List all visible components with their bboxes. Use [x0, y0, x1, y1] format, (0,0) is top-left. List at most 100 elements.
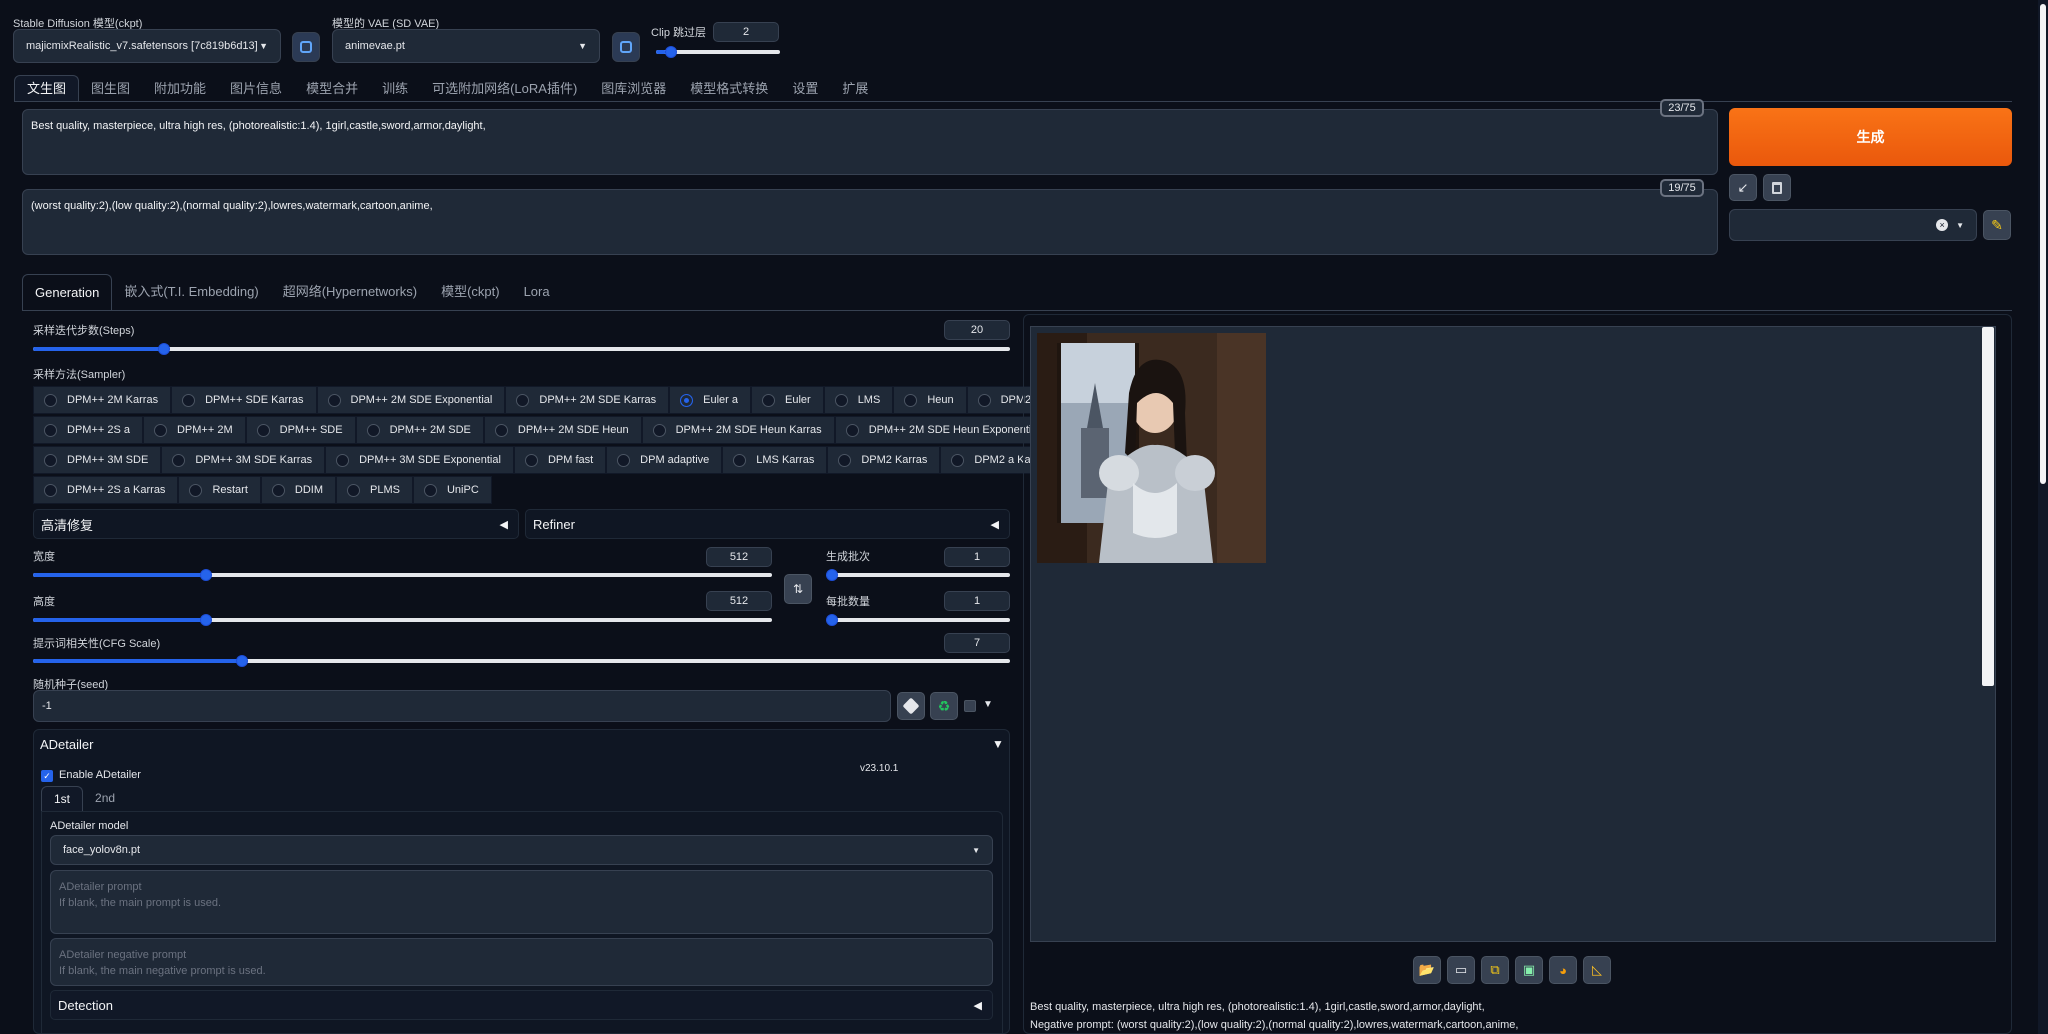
vae-dropdown[interactable]: animevae.pt ▼	[332, 29, 600, 63]
gallery-scrollbar[interactable]	[1982, 327, 1994, 686]
sub-tab[interactable]: 模型(ckpt)	[429, 274, 512, 310]
page-scrollbar[interactable]	[2038, 0, 2048, 1034]
sub-tab[interactable]: Generation	[22, 274, 113, 310]
sampler-option[interactable]: DPM++ 2M Karras	[33, 386, 172, 414]
collapse-icon[interactable]: ▼	[992, 737, 1004, 751]
sampler-option[interactable]: DPM++ 3M SDE Karras	[161, 446, 326, 474]
sampler-option[interactable]: DPM fast	[513, 446, 607, 474]
sub-tab[interactable]: 嵌入式(T.I. Embedding)	[112, 274, 270, 310]
radio-button[interactable]	[172, 453, 186, 467]
extra-seed-toggle-icon[interactable]: ▼	[983, 699, 993, 710]
send-to-extras-button[interactable]: ◺	[1583, 956, 1611, 984]
sampler-option[interactable]: DPM2 Karras	[827, 446, 941, 474]
radio-button[interactable]	[652, 423, 666, 437]
batch-count-slider[interactable]	[826, 567, 1010, 583]
sampler-option[interactable]: DPM++ 2S a	[33, 416, 143, 444]
radio-button[interactable]	[733, 453, 747, 467]
height-slider[interactable]	[33, 612, 772, 628]
radio-button[interactable]	[904, 393, 918, 407]
sampler-option[interactable]: PLMS	[336, 476, 413, 504]
radio-button[interactable]	[256, 423, 270, 437]
main-tab[interactable]: 可选附加网络(LoRA插件)	[420, 76, 589, 102]
cfg-slider[interactable]	[33, 653, 1010, 669]
sampler-option[interactable]: DPM++ 2M SDE Exponential	[316, 386, 506, 414]
radio-button[interactable]	[366, 423, 380, 437]
sampler-option[interactable]: DPM++ SDE	[245, 416, 356, 444]
extra-seed-checkbox[interactable]	[964, 700, 976, 712]
radio-button[interactable]	[44, 453, 57, 467]
main-tab[interactable]: 设置	[780, 76, 830, 102]
radio-button[interactable]	[153, 423, 167, 437]
radio-button[interactable]	[347, 483, 361, 497]
radio-button[interactable]	[516, 393, 530, 407]
main-tab[interactable]: 图库浏览器	[589, 76, 678, 102]
clip-skip-input[interactable]: 2	[713, 22, 779, 42]
radio-button[interactable]	[336, 453, 350, 467]
sampler-option[interactable]: LMS	[823, 386, 894, 414]
ckpt-dropdown[interactable]: majicmixRealistic_v7.safetensors [7c819b…	[13, 29, 281, 63]
sub-tab[interactable]: Lora	[512, 274, 562, 310]
sampler-option[interactable]: DPM++ 2M SDE Heun Karras	[641, 416, 835, 444]
radio-button[interactable]	[834, 393, 848, 407]
reuse-seed-button[interactable]: ♻	[930, 692, 958, 720]
generate-button[interactable]: 生成	[1729, 108, 2012, 166]
adetailer-prompt-field[interactable]: ADetailer prompt If blank, the main prom…	[50, 870, 993, 934]
sampler-option[interactable]: DPM++ 3M SDE Exponential	[325, 446, 514, 474]
sampler-option[interactable]: DPM++ 2M SDE Heun Exponential	[834, 416, 1053, 444]
adetailer-tab[interactable]: 2nd	[83, 786, 127, 811]
main-tab[interactable]: 训练	[370, 76, 420, 102]
save-button[interactable]: ▭	[1447, 956, 1475, 984]
main-tab[interactable]: 文生图	[14, 75, 80, 102]
generated-image[interactable]	[1037, 333, 1266, 563]
clear-icon[interactable]: ×	[1936, 219, 1949, 231]
zip-button[interactable]: ⧉	[1481, 956, 1509, 984]
send-to-inpaint-button[interactable]: ◕	[1549, 956, 1577, 984]
radio-button[interactable]	[327, 393, 341, 407]
clip-skip-slider[interactable]	[656, 44, 780, 60]
sampler-option[interactable]: LMS Karras	[722, 446, 828, 474]
batch-count-input[interactable]: 1	[944, 547, 1010, 567]
main-tab[interactable]: 模型合并	[294, 76, 370, 102]
radio-button[interactable]	[44, 483, 57, 497]
sub-tab[interactable]: 超网络(Hypernetworks)	[271, 274, 429, 310]
main-tab[interactable]: 附加功能	[142, 76, 218, 102]
main-tab[interactable]: 图生图	[79, 76, 142, 102]
steps-input[interactable]: 20	[944, 320, 1010, 340]
sampler-option[interactable]: DPM++ 2M SDE	[355, 416, 484, 444]
sampler-option[interactable]: DPM adaptive	[606, 446, 723, 474]
sampler-option[interactable]: Heun	[893, 386, 967, 414]
main-tab[interactable]: 扩展	[830, 76, 880, 102]
refresh-vae-button[interactable]	[612, 32, 640, 62]
radio-button[interactable]	[189, 483, 203, 497]
radio-button[interactable]	[977, 393, 991, 407]
radio-button[interactable]	[271, 483, 285, 497]
batch-size-input[interactable]: 1	[944, 591, 1010, 611]
negative-prompt-field[interactable]: (worst quality:2),(low quality:2),(norma…	[22, 189, 1718, 255]
refiner-accordion[interactable]: Refiner ◀	[525, 509, 1010, 539]
sampler-option[interactable]: DPM++ SDE Karras	[171, 386, 317, 414]
adetailer-tab[interactable]: 1st	[41, 786, 84, 811]
open-folder-button[interactable]: 📂	[1413, 956, 1441, 984]
radio-button[interactable]	[182, 393, 196, 407]
send-to-img2img-button[interactable]: ▣	[1515, 956, 1543, 984]
cfg-input[interactable]: 7	[944, 633, 1010, 653]
width-slider[interactable]	[33, 567, 772, 583]
edit-styles-button[interactable]: ✎	[1983, 210, 2011, 240]
steps-slider[interactable]	[33, 341, 1010, 357]
sampler-option[interactable]: DPM++ 2M SDE Heun	[483, 416, 642, 444]
radio-button[interactable]	[524, 453, 538, 467]
radio-button[interactable]	[845, 423, 859, 437]
adetailer-model-dropdown[interactable]: face_yolov8n.pt ▼	[50, 835, 993, 865]
detection-accordion[interactable]: Detection ◀	[50, 990, 993, 1020]
clear-prompt-button[interactable]	[1763, 174, 1791, 201]
sampler-option[interactable]: UniPC	[412, 476, 492, 504]
radio-button[interactable]	[44, 393, 57, 407]
radio-button[interactable]	[44, 423, 57, 437]
adetailer-negative-prompt-field[interactable]: ADetailer negative prompt If blank, the …	[50, 938, 993, 986]
adetailer-title[interactable]: ADetailer	[40, 737, 93, 752]
radio-button[interactable]	[617, 453, 631, 467]
sampler-option[interactable]: DPM++ 2M SDE Karras	[505, 386, 670, 414]
main-tab[interactable]: 模型格式转换	[678, 76, 780, 102]
sampler-option[interactable]: DPM++ 2M	[142, 416, 246, 444]
radio-button[interactable]	[423, 483, 437, 497]
